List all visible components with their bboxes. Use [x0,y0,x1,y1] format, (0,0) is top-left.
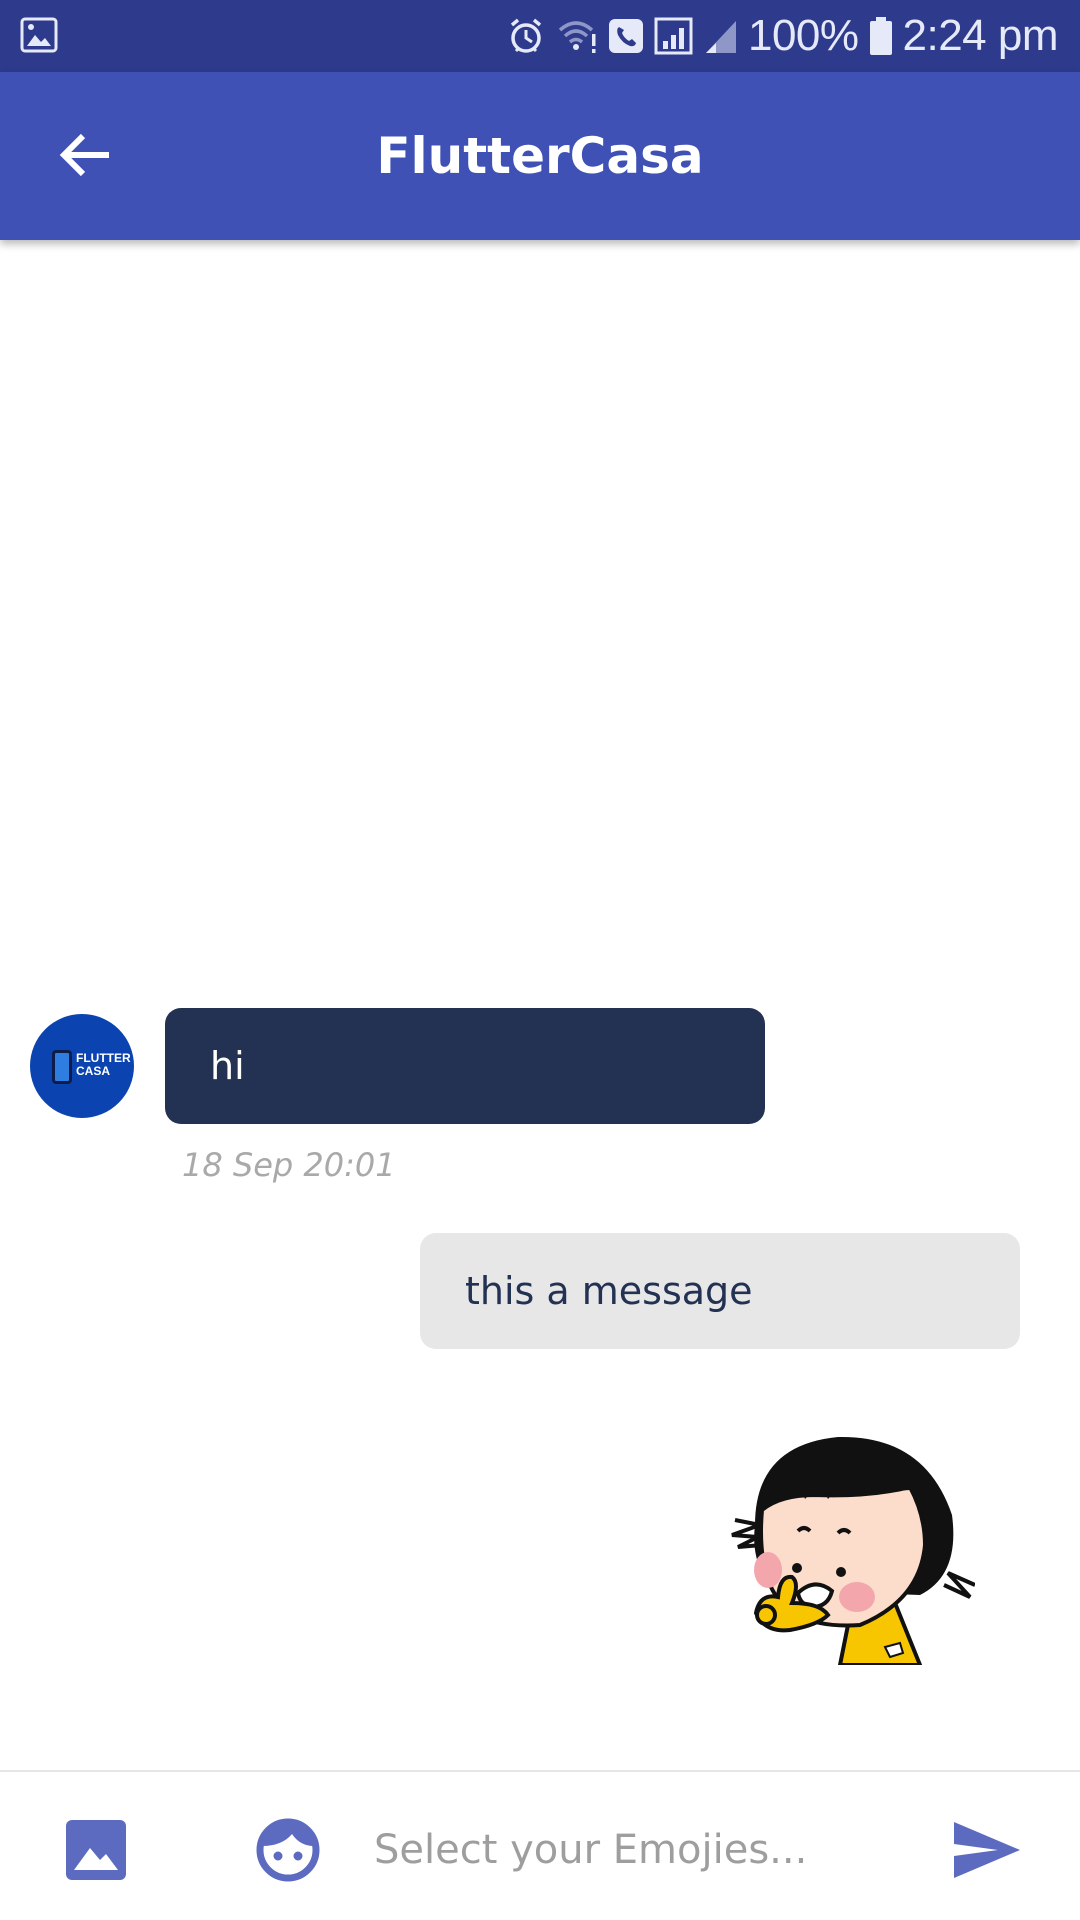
girl-thumbs-up-sticker[interactable] [720,1425,976,1667]
status-bar: 100% 2:24 pm [0,0,1080,72]
battery-percentage: 100% [747,11,859,60]
alarm-icon [506,16,546,56]
message-input[interactable] [372,1802,892,1898]
signal-sim1-icon [654,16,694,56]
message-timestamp: 18 Sep 20:01 [182,1146,396,1184]
outgoing-message-bubble[interactable]: this a message [420,1233,1020,1349]
send-button[interactable] [946,1812,1026,1888]
clock: 2:24 pm [902,11,1059,60]
wifi-icon [556,16,598,56]
phone-logo-icon [52,1050,72,1084]
page-title: FlutterCasa [376,127,704,185]
gallery-notification-icon [20,16,58,54]
message-input-bar [0,1770,1080,1920]
emoji-picker-button[interactable] [250,1812,326,1888]
incoming-message-bubble[interactable]: hi [165,1008,765,1124]
avatar-logo-text: FLUTTER CASA [76,1051,131,1078]
battery-icon [869,16,893,56]
image-icon [66,1820,126,1880]
signal-sim2-icon [704,16,738,56]
emoji-face-icon [256,1818,320,1882]
send-icon [954,1822,1020,1878]
wifi-call-icon [608,17,644,55]
avatar[interactable]: FLUTTER CASA [30,1014,134,1118]
image-picker-button[interactable] [60,1814,132,1886]
app-bar: FlutterCasa [0,72,1080,240]
